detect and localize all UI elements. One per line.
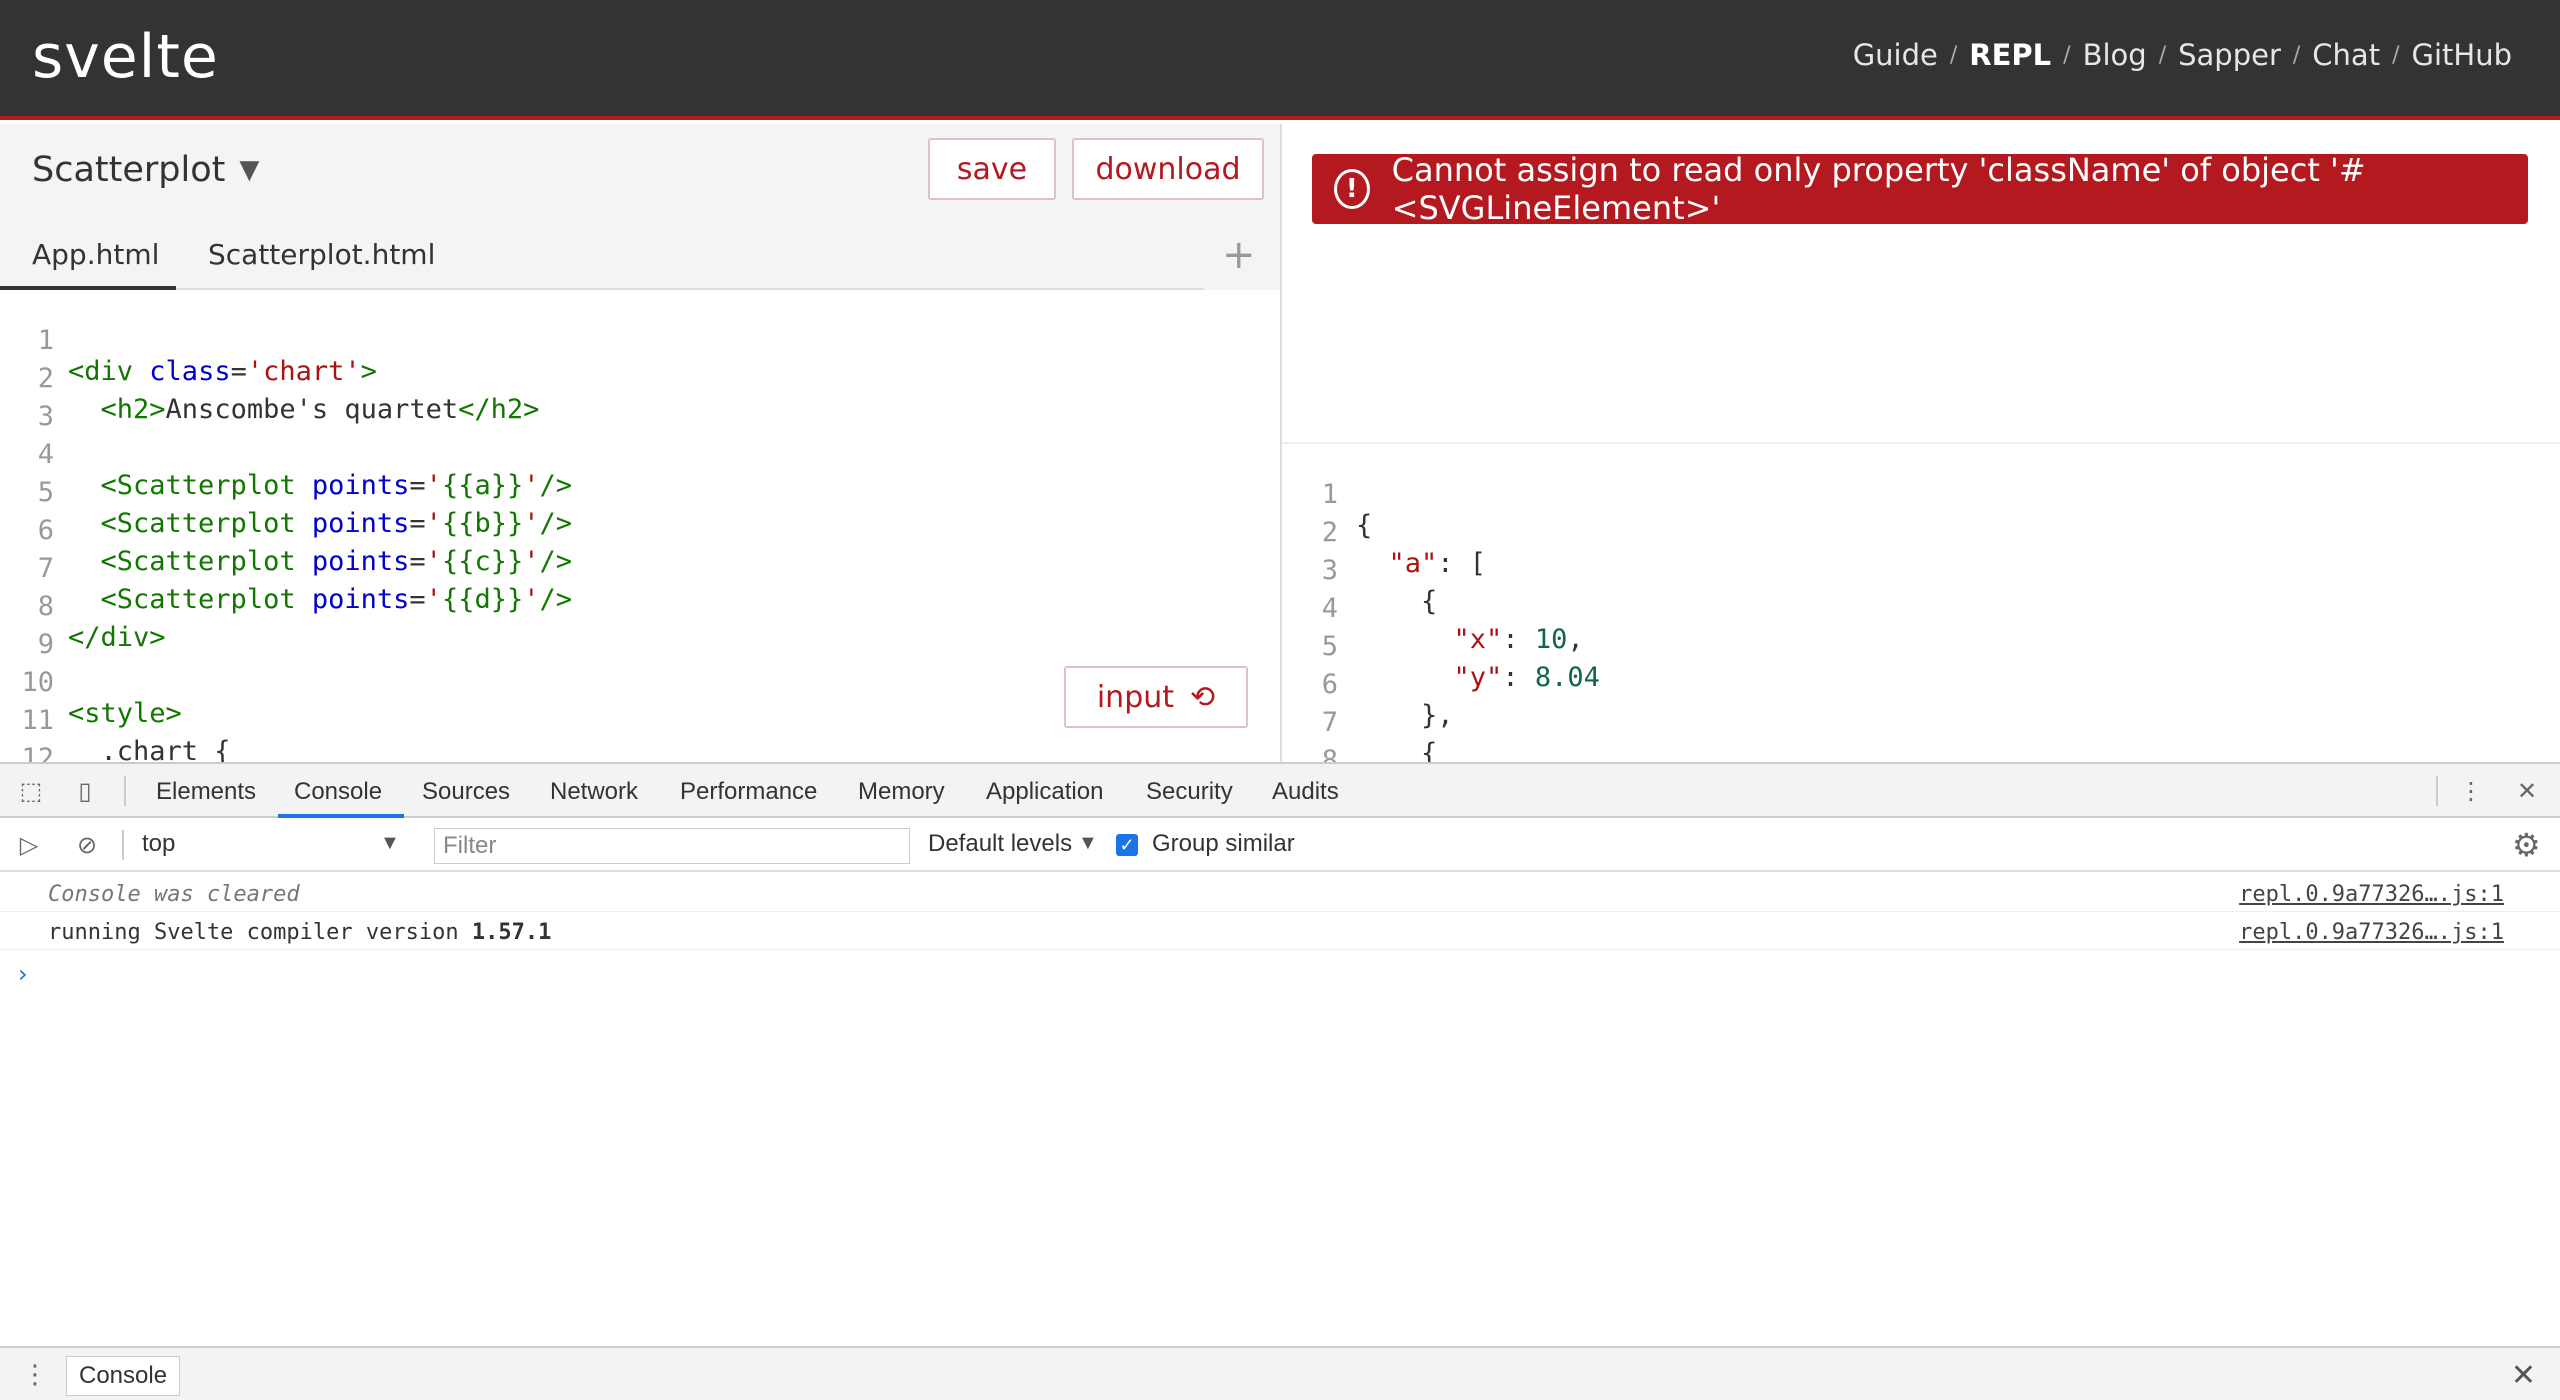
close-icon[interactable]: ✕	[2514, 777, 2540, 805]
tab-elements[interactable]: Elements	[156, 778, 256, 806]
close-icon[interactable]: ✕	[2511, 1358, 2536, 1393]
nav-separator: /	[2392, 42, 2400, 68]
toolbar-divider	[2436, 776, 2438, 806]
component-bar: Scatterplot ▼ save download	[0, 124, 1280, 218]
message-prefix: running Svelte compiler version	[48, 920, 472, 945]
caret-down-icon: ▼	[1078, 832, 1098, 854]
code-line: 3	[0, 370, 1280, 432]
code-line: 9	[0, 598, 1280, 660]
nav-link-chat[interactable]: Chat	[2312, 38, 2380, 72]
code-line: 1 <div class='chart'>	[0, 294, 1280, 387]
compiler-version: 1.57.1	[471, 920, 552, 945]
group-similar-label: Group similar	[1152, 830, 1295, 857]
console-message: Console was cleared repl.0.9a77326….js:1	[0, 874, 2560, 912]
input-toggle-button[interactable]: input ⟲	[1064, 666, 1248, 728]
component-selector[interactable]: Scatterplot ▼	[32, 150, 259, 190]
tab-sources[interactable]: Sources	[422, 778, 510, 806]
code-line: 1 {	[1282, 448, 2560, 541]
console-message-source-link[interactable]: repl.0.9a77326….js:1	[2239, 882, 2504, 907]
nav-link-repl[interactable]: REPL	[1969, 38, 2051, 72]
console-message-text: running Svelte compiler version 1.57.1	[48, 920, 551, 945]
devtools-drawer: ⋮ Console ✕	[0, 1346, 2560, 1400]
tab-network[interactable]: Network	[550, 778, 638, 806]
error-message: Cannot assign to read only property 'cla…	[1391, 151, 2366, 227]
tab-performance[interactable]: Performance	[680, 778, 817, 806]
tabs-row: App.html Scatterplot.html	[0, 218, 1204, 290]
tab-audits[interactable]: Audits	[1272, 778, 1339, 806]
save-button[interactable]: save	[928, 138, 1056, 200]
caret-down-icon: ▼	[380, 832, 400, 854]
add-tab-icon[interactable]: +	[1222, 232, 1256, 278]
context-selector[interactable]: top	[142, 830, 402, 858]
nav-link-guide[interactable]: Guide	[1853, 38, 1938, 72]
error-icon: !	[1334, 169, 1370, 209]
clear-console-icon[interactable]: ⊘	[74, 832, 100, 859]
top-navigation: svelte Guide / REPL / Blog / Sapper / Ch…	[0, 0, 2560, 120]
code-line: 2 "a": [	[1282, 486, 2560, 579]
code-line: 8 </div>	[0, 560, 1280, 653]
devtools-panel: ⬚ ▯ Elements Console Sources Network Per…	[0, 762, 2560, 1400]
code-line: 2 <h2>Anscombe's quartet</h2>	[0, 332, 1280, 425]
code-line: 3 {	[1282, 524, 2560, 617]
code-line: 5 <Scatterplot points='{{b}}'/>	[0, 446, 1280, 539]
code-line: 4 <Scatterplot points='{{a}}'/>	[0, 408, 1280, 501]
component-name: Scatterplot	[32, 150, 226, 190]
nav-link-github[interactable]: GitHub	[2412, 38, 2513, 72]
tab-console[interactable]: Console	[294, 778, 382, 806]
console-message: running Svelte compiler version 1.57.1 r…	[0, 912, 2560, 950]
devtools-tab-bar: ⬚ ▯ Elements Console Sources Network Per…	[0, 764, 2560, 818]
console-toolbar: ▷ ⊘ top ▼ Default levels ▼ ✓ Group simil…	[0, 818, 2560, 872]
console-message-text: Console was cleared	[48, 882, 300, 907]
code-line: 5 "y": 8.04	[1282, 600, 2560, 693]
filter-input[interactable]	[434, 828, 910, 864]
editor-pane: Scatterplot ▼ save download App.html Sca…	[0, 124, 1280, 762]
line-number: 12	[21, 743, 54, 762]
code-line: 7 <Scatterplot points='{{d}}'/>	[0, 522, 1280, 615]
error-banner: ! Cannot assign to read only property 'c…	[1312, 151, 2528, 227]
group-similar-checkbox[interactable]: ✓	[1116, 834, 1138, 856]
code-line: 8 "x": 8,	[1282, 714, 2560, 762]
toolbar-divider	[122, 830, 124, 860]
file-tabs: App.html Scatterplot.html +	[0, 218, 1280, 290]
code-line: 6 },	[1282, 638, 2560, 731]
tab-scatterplot-html[interactable]: Scatterplot.html	[208, 238, 435, 271]
svelte-logo[interactable]: svelte	[32, 22, 219, 92]
drawer-menu-icon[interactable]: ⋮	[22, 1360, 48, 1390]
show-sidebar-icon[interactable]: ▷	[16, 832, 42, 859]
tab-app-html[interactable]: App.html	[32, 238, 159, 271]
caret-down-icon: ▼	[239, 155, 260, 185]
download-button[interactable]: download	[1072, 138, 1264, 200]
nav-separator: /	[2292, 42, 2301, 68]
tab-application[interactable]: Application	[986, 778, 1103, 806]
console-prompt-icon[interactable]: ›	[18, 960, 28, 988]
nav-separator: /	[2063, 42, 2071, 68]
line-number: 8	[1321, 745, 1338, 762]
more-options-icon[interactable]: ⋮	[2458, 777, 2484, 805]
code-line: 6 <Scatterplot points='{{c}}'/>	[0, 484, 1280, 577]
drawer-tab-console[interactable]: Console	[66, 1356, 181, 1396]
nav-links: Guide / REPL / Blog / Sapper / Chat / Gi…	[1853, 38, 2512, 72]
code-line: 7 {	[1282, 676, 2560, 762]
cycle-arrows-icon: ⟲	[1190, 679, 1216, 715]
input-button-label: input	[1096, 679, 1175, 715]
nav-link-blog[interactable]: Blog	[2083, 38, 2147, 72]
nav-separator: /	[2158, 42, 2167, 68]
toolbar-divider	[124, 776, 126, 806]
tab-security[interactable]: Security	[1146, 778, 1233, 806]
log-levels-dropdown[interactable]: Default levels	[928, 830, 1072, 858]
tab-memory[interactable]: Memory	[858, 778, 945, 806]
device-toolbar-icon[interactable]: ▯	[72, 777, 98, 805]
output-pane: ! Cannot assign to read only property 'c…	[1282, 124, 2560, 762]
code-line: 4 "x": 10,	[1282, 562, 2560, 655]
json-input-editor[interactable]: 1 { 2 "a": [ 3 { 4 "x": 10, 5 "y": 8.04 …	[1282, 442, 2560, 762]
gear-icon[interactable]: ⚙	[2512, 826, 2541, 864]
inspect-element-icon[interactable]: ⬚	[18, 777, 44, 805]
nav-separator: /	[1949, 42, 1958, 68]
nav-link-sapper[interactable]: Sapper	[2178, 38, 2281, 72]
console-message-source-link[interactable]: repl.0.9a77326….js:1	[2239, 920, 2504, 945]
